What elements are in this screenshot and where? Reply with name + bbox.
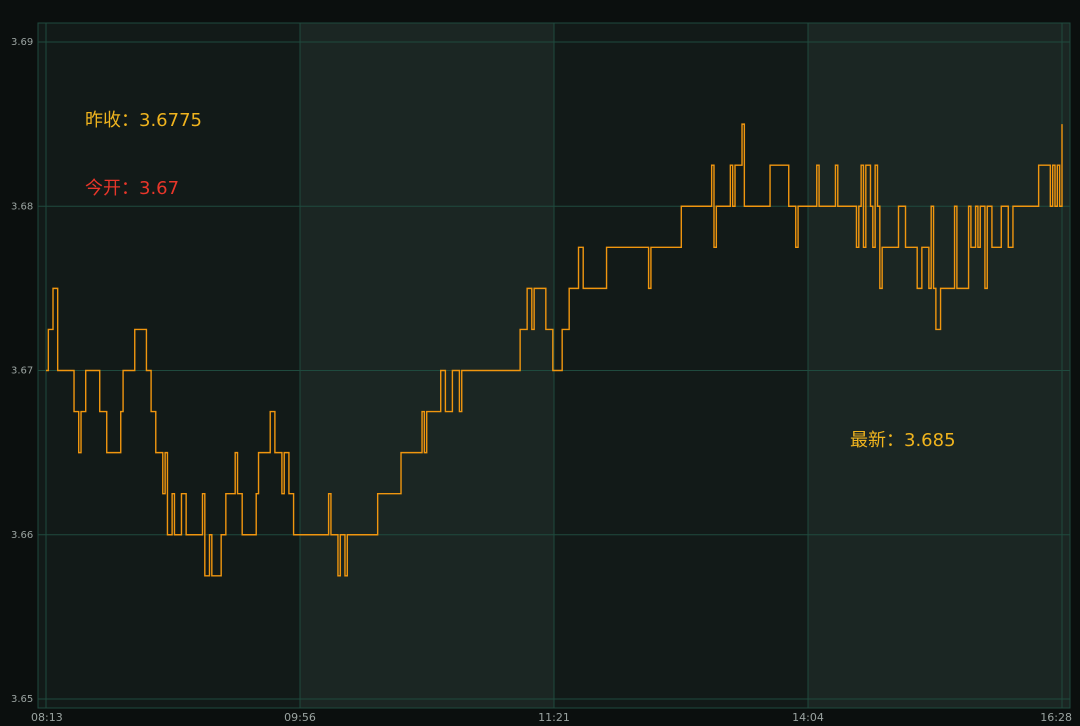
x-tick-label: 16:28 (1040, 711, 1072, 724)
plot-band (300, 23, 554, 708)
x-tick-label: 14:04 (792, 711, 824, 724)
latest-price-label: 最新：3.685 (850, 430, 956, 451)
y-tick-label: 3.66 (11, 530, 33, 541)
chart-canvas: 3.65 3.66 3.67 3.68 3.69 08:13 09:56 11:21 14:04… (11, 22, 1072, 724)
plot-band (554, 23, 808, 708)
y-tick-label: 3.67 (11, 366, 33, 377)
y-tick-label: 3.68 (11, 201, 33, 212)
prev-close-label: 昨收：3.6775 (85, 110, 202, 131)
x-tick-label: 09:56 (284, 711, 316, 724)
x-tick-label: 08:13 (31, 711, 63, 724)
open-price-label: 今开：3.67 (85, 178, 179, 199)
y-tick-label: 3.69 (11, 37, 33, 48)
x-tick-label: 11:21 (538, 711, 570, 724)
y-tick-label: 3.65 (11, 694, 33, 705)
plot-band (808, 23, 1070, 708)
intraday-price-chart: 3.65 3.66 3.67 3.68 3.69 08:13 09:56 11:21 14:04… (0, 0, 1080, 726)
